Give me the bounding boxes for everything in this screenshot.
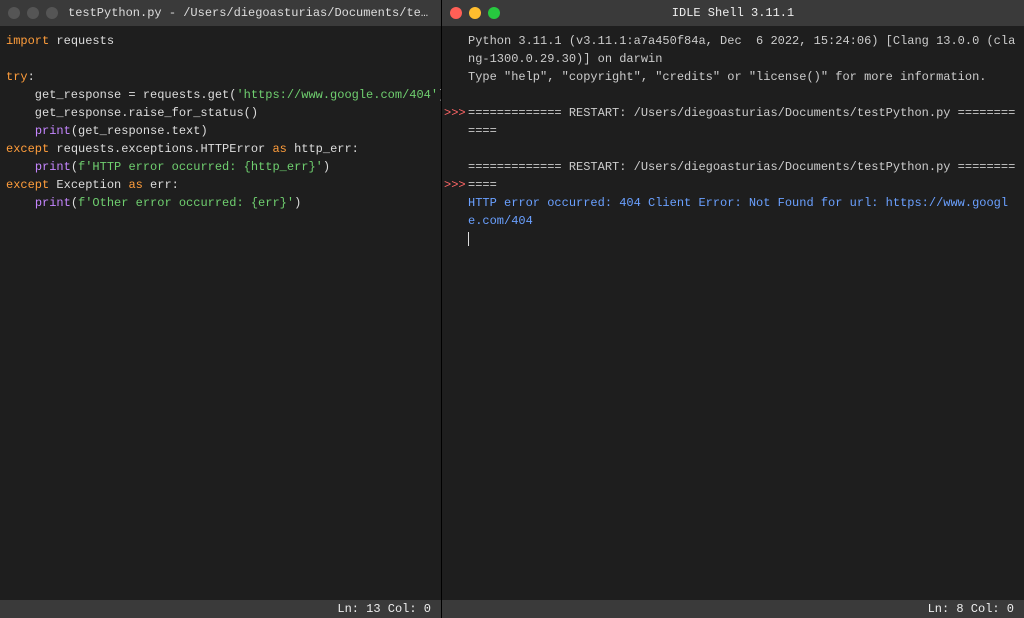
prompt-icon: >>> (444, 106, 466, 120)
editor-titlebar[interactable]: testPython.py - /Users/diegoasturias/Doc… (0, 0, 441, 26)
code-text: : (28, 70, 35, 84)
python-help-hint: Type "help", "copyright", "credits" or "… (468, 70, 986, 84)
code-text: get_response = requests.get( (6, 88, 236, 102)
shell-body[interactable]: Python 3.11.1 (v3.11.1:a7a450f84a, Dec 6… (468, 32, 1024, 594)
code-text: get_response.raise_for_status() (6, 106, 258, 120)
editor-window: testPython.py - /Users/diegoasturias/Doc… (0, 0, 442, 618)
code-text: requests (49, 34, 114, 48)
keyword-as: as (128, 178, 142, 192)
editor-statusbar: Ln: 13 Col: 0 (0, 600, 441, 618)
restart-banner: ============= RESTART: /Users/diegoastur… (468, 106, 1015, 138)
keyword-as: as (272, 142, 286, 156)
code-text: ) (438, 88, 441, 102)
code-text: ) (323, 160, 330, 174)
code-text: (get_response.text) (71, 124, 208, 138)
keyword-import: import (6, 34, 49, 48)
zoom-icon[interactable] (46, 7, 58, 19)
code-text (6, 196, 35, 210)
code-text (6, 160, 35, 174)
editor-title: testPython.py - /Users/diegoasturias/Doc… (68, 6, 433, 20)
close-icon[interactable] (450, 7, 462, 19)
builtin-print: print (35, 196, 71, 210)
code-text: ) (294, 196, 301, 210)
traffic-lights-active (450, 7, 500, 19)
cursor-position: Ln: 8 Col: 0 (928, 602, 1014, 616)
string-literal: f'HTTP error occurred: {http_err}' (78, 160, 323, 174)
code-text: ( (71, 196, 78, 210)
string-literal: f'Other error occurred: {err}' (78, 196, 294, 210)
minimize-icon[interactable] (469, 7, 481, 19)
code-text: ( (71, 160, 78, 174)
prompt-icon: >>> (444, 178, 466, 192)
text-cursor-icon (468, 232, 469, 246)
cursor-position: Ln: 13 Col: 0 (337, 602, 431, 616)
restart-banner: ============= RESTART: /Users/diegoastur… (468, 160, 1015, 192)
code-text: requests.exceptions.HTTPError (49, 142, 272, 156)
error-output: HTTP error occurred: 404 Client Error: N… (468, 196, 1008, 228)
builtin-print: print (35, 124, 71, 138)
keyword-except: except (6, 142, 49, 156)
builtin-print: print (35, 160, 71, 174)
shell-prompt-gutter: >>> >>> (442, 32, 468, 594)
close-icon[interactable] (8, 7, 20, 19)
code-text: err: (143, 178, 179, 192)
code-text: Exception (49, 178, 128, 192)
code-text: http_err: (287, 142, 359, 156)
shell-statusbar: Ln: 8 Col: 0 (442, 600, 1024, 618)
keyword-except: except (6, 178, 49, 192)
code-text (6, 124, 35, 138)
code-editor[interactable]: import requests try: get_response = requ… (0, 26, 441, 600)
shell-title: IDLE Shell 3.11.1 (672, 6, 794, 20)
shell-output[interactable]: >>> >>> Python 3.11.1 (v3.11.1:a7a450f84… (442, 26, 1024, 600)
zoom-icon[interactable] (488, 7, 500, 19)
traffic-lights-inactive (8, 7, 58, 19)
keyword-try: try (6, 70, 28, 84)
shell-window: IDLE Shell 3.11.1 >>> >>> Python 3.11.1 … (442, 0, 1024, 618)
string-literal: 'https://www.google.com/404' (236, 88, 438, 102)
minimize-icon[interactable] (27, 7, 39, 19)
shell-titlebar[interactable]: IDLE Shell 3.11.1 (442, 0, 1024, 26)
python-banner: Python 3.11.1 (v3.11.1:a7a450f84a, Dec 6… (468, 34, 1015, 66)
